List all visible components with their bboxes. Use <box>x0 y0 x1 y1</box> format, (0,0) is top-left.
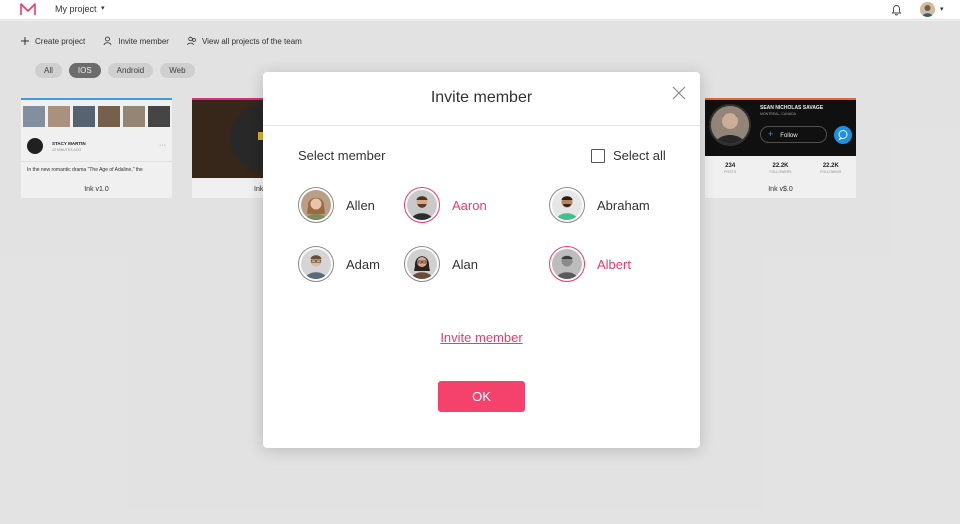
member-name: Albert <box>597 256 631 272</box>
invite-member-link[interactable]: Invite member <box>263 330 700 345</box>
member-abraham[interactable]: Abraham <box>549 187 650 223</box>
member-name: Alan <box>452 256 479 272</box>
dialog-divider <box>263 125 700 126</box>
member-avatar <box>549 187 585 223</box>
select-member-label: Select member <box>298 148 386 163</box>
checkbox-icon[interactable] <box>591 148 605 163</box>
member-aaron[interactable]: Aaron <box>404 187 487 223</box>
invite-member-dialog: Invite member Select member Select all A… <box>263 72 700 448</box>
app-logo-icon[interactable] <box>20 3 36 16</box>
member-name: Allen <box>346 197 375 213</box>
member-name: Adam <box>346 256 380 272</box>
member-allen[interactable]: Allen <box>298 187 375 223</box>
member-name: Aaron <box>452 197 487 213</box>
user-menu-chevron-icon[interactable]: ▾ <box>940 5 944 13</box>
select-all-checkbox[interactable]: Select all <box>591 148 666 163</box>
member-albert[interactable]: Albert <box>549 246 631 282</box>
member-name: Abraham <box>597 197 650 213</box>
close-icon[interactable] <box>672 86 686 100</box>
member-avatar <box>404 187 440 223</box>
member-alan[interactable]: Alan <box>404 246 478 282</box>
dialog-title: Invite member <box>430 89 533 106</box>
member-avatar <box>404 246 440 282</box>
user-avatar[interactable] <box>920 2 935 17</box>
project-selector[interactable]: My project <box>55 4 97 14</box>
member-avatar <box>549 246 585 282</box>
select-all-label: Select all <box>613 148 666 163</box>
top-bar: My project ▾ ▾ <box>0 0 960 20</box>
ok-button[interactable]: OK <box>438 381 525 412</box>
bell-icon[interactable] <box>891 4 902 16</box>
member-avatar <box>298 246 334 282</box>
member-avatar <box>298 187 334 223</box>
member-adam[interactable]: Adam <box>298 246 380 282</box>
chevron-down-icon[interactable]: ▾ <box>101 4 105 12</box>
